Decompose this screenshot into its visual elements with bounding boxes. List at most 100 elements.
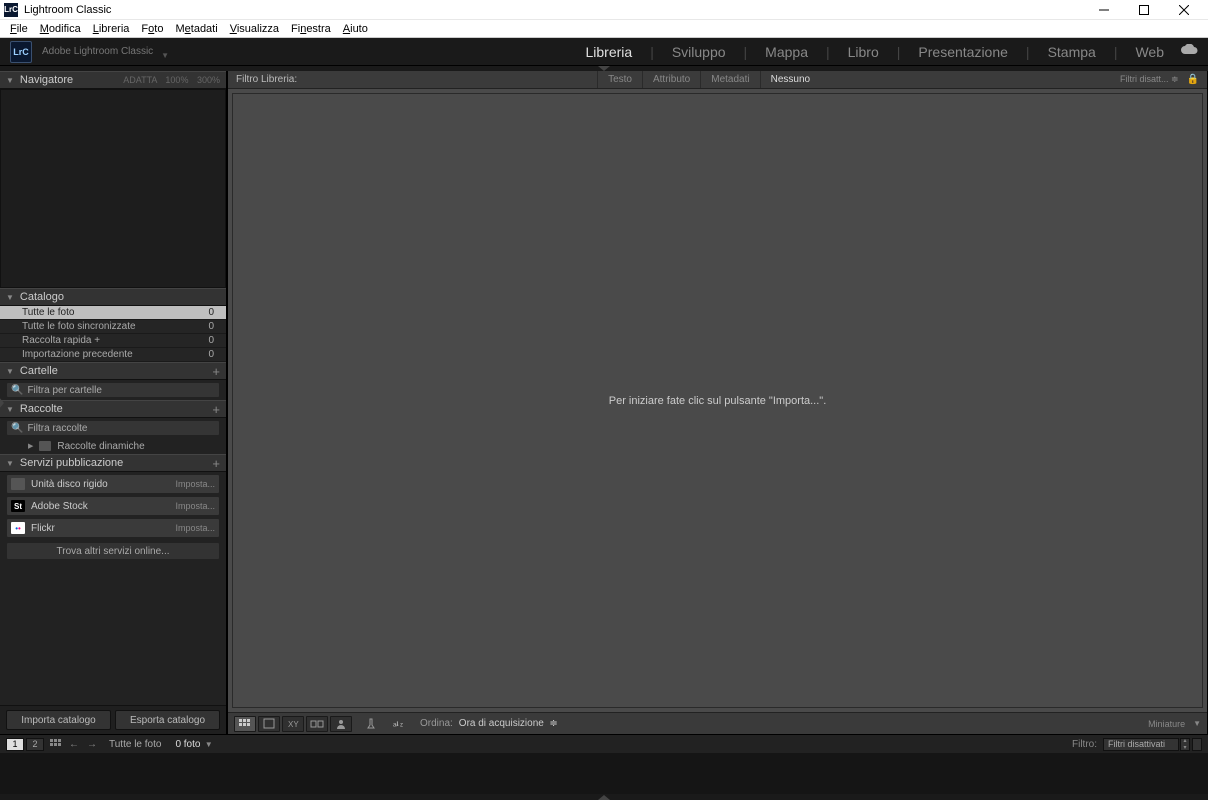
navigator-preview[interactable] <box>0 89 226 288</box>
app-badge-icon: LrC <box>4 3 18 17</box>
menu-metadata[interactable]: Metadati <box>169 23 223 35</box>
publish-setup-link[interactable]: Imposta... <box>175 479 215 489</box>
publish-setup-link[interactable]: Imposta... <box>175 523 215 533</box>
menu-file[interactable]: File <box>4 23 34 35</box>
view-people-button[interactable] <box>330 716 352 732</box>
navigator-zoom-options[interactable]: ADATTA 100% 300% <box>117 75 220 85</box>
view-grid-button[interactable] <box>234 716 256 732</box>
triangle-down-icon: ▼ <box>6 76 14 85</box>
left-panel-grip[interactable] <box>0 397 5 409</box>
svg-text:XY: XY <box>288 720 299 729</box>
catalog-header[interactable]: ▼ Catalogo <box>0 288 226 306</box>
view-loupe-button[interactable] <box>258 716 280 732</box>
filter-off-dropdown[interactable]: Filtri disatt... ≑ <box>1120 74 1183 85</box>
collections-filter-placeholder: Filtra raccolte <box>27 423 87 434</box>
collections-header[interactable]: ▼ Raccolte + <box>0 400 226 418</box>
export-button[interactable]: Esporta catalogo <box>115 710 220 730</box>
grid-icon[interactable] <box>50 739 61 750</box>
sort-value-dropdown[interactable]: Ora di acquisizione ≑ <box>459 718 558 729</box>
module-libreria[interactable]: Libreria <box>583 44 634 60</box>
filmstrip-source-label[interactable]: Tutte le foto <box>109 739 161 750</box>
filmstrip-header: 1 2 ← → Tutte le foto 0 foto ▼ Filtro: F… <box>0 735 1208 753</box>
view-survey-button[interactable] <box>306 716 328 732</box>
filmstrip-count[interactable]: 0 foto ▼ <box>175 739 212 750</box>
sort-direction-button[interactable]: az <box>390 716 410 732</box>
module-picker: Libreria| Sviluppo| Mappa| Libro| Presen… <box>583 44 1166 60</box>
find-services-button[interactable]: Trova altri servizi online... <box>6 542 220 560</box>
filter-tab-metadata[interactable]: Metadati <box>700 71 759 88</box>
toolbar-expand-icon[interactable]: ▼ <box>1193 719 1201 728</box>
triangle-down-icon: ▼ <box>6 367 14 376</box>
close-button[interactable] <box>1164 0 1204 20</box>
window-title: Lightroom Classic <box>24 4 111 16</box>
filmstrip-thumbnails[interactable] <box>0 753 1208 794</box>
search-icon: 🔍 <box>11 423 23 434</box>
module-libro[interactable]: Libro <box>846 44 881 60</box>
module-sviluppo[interactable]: Sviluppo <box>670 44 728 60</box>
module-stampa[interactable]: Stampa <box>1046 44 1098 60</box>
publish-setup-link[interactable]: Imposta... <box>175 501 215 511</box>
filter-tab-text[interactable]: Testo <box>597 71 642 88</box>
library-filter-bar: Filtro Libreria: Testo Attributo Metadat… <box>228 71 1207 89</box>
publish-harddrive-row[interactable]: Unità disco rigidoImposta... <box>6 474 220 494</box>
folders-filter-input[interactable]: 🔍 Filtra per cartelle <box>6 382 220 398</box>
catalog-item-quick[interactable]: Raccolta rapida +0 <box>0 334 226 348</box>
filter-tab-none[interactable]: Nessuno <box>760 71 820 88</box>
catalog-item-all[interactable]: Tutte le foto0 <box>0 306 226 320</box>
maximize-button[interactable] <box>1124 0 1164 20</box>
publish-flickr-row[interactable]: ••FlickrImposta... <box>6 518 220 538</box>
nav-forward-icon[interactable]: → <box>87 739 97 750</box>
lock-icon[interactable]: 🔒 <box>1187 74 1199 85</box>
publish-header[interactable]: ▼ Servizi pubblicazione + <box>0 454 226 472</box>
filmstrip-area: 1 2 ← → Tutte le foto 0 foto ▼ Filtro: F… <box>0 734 1208 794</box>
monitor-1-button[interactable]: 1 <box>6 738 24 751</box>
menu-library[interactable]: Libreria <box>87 23 136 35</box>
minimize-button[interactable] <box>1084 0 1124 20</box>
window-titlebar: LrC Lightroom Classic <box>0 0 1208 20</box>
identity-plate-row: LrC Adobe Lightroom Classic ▼ Libreria| … <box>0 38 1208 66</box>
folders-filter-placeholder: Filtra per cartelle <box>27 385 101 396</box>
module-presentazione[interactable]: Presentazione <box>916 44 1010 60</box>
app-name-label: Adobe Lightroom Classic <box>42 46 153 57</box>
collection-set-icon <box>39 441 51 451</box>
menu-help[interactable]: Aiuto <box>337 23 374 35</box>
view-compare-button[interactable]: XY <box>282 716 304 732</box>
monitor-2-button[interactable]: 2 <box>26 738 44 751</box>
filmstrip-filter-label: Filtro: <box>1072 739 1097 750</box>
module-mappa[interactable]: Mappa <box>763 44 810 60</box>
filter-label: Filtro Libreria: <box>236 74 297 85</box>
module-web[interactable]: Web <box>1133 44 1166 60</box>
painter-tool-button[interactable] <box>362 716 380 732</box>
menu-edit[interactable]: Modifica <box>34 23 87 35</box>
bottom-panel-grip[interactable] <box>0 794 1208 800</box>
collections-filter-input[interactable]: 🔍 Filtra raccolte <box>6 420 220 436</box>
catalog-item-synced[interactable]: Tutte le foto sincronizzate0 <box>0 320 226 334</box>
menu-window[interactable]: Finestra <box>285 23 337 35</box>
grid-toolbar: XY az Ordina: Ora di acquisizione ≑ Mini… <box>228 712 1207 734</box>
folders-add-icon[interactable]: + <box>212 364 220 379</box>
folders-header[interactable]: ▼ Cartelle + <box>0 362 226 380</box>
publish-add-icon[interactable]: + <box>212 456 220 471</box>
cloud-sync-icon[interactable] <box>1180 44 1198 59</box>
publish-stock-row[interactable]: StAdobe StockImposta... <box>6 496 220 516</box>
collections-add-icon[interactable]: + <box>212 402 220 417</box>
image-viewport[interactable]: Per iniziare fate clic sul pulsante "Imp… <box>232 93 1203 708</box>
menu-photo[interactable]: Foto <box>135 23 169 35</box>
filter-stepper[interactable]: ▴▾ <box>1180 738 1190 751</box>
identity-caret-icon[interactable]: ▼ <box>161 51 169 60</box>
filter-tab-attribute[interactable]: Attributo <box>642 71 700 88</box>
svg-text:z: z <box>400 721 403 728</box>
triangle-down-icon: ▼ <box>6 293 14 302</box>
triangle-down-icon: ▼ <box>6 405 14 414</box>
search-icon: 🔍 <box>11 385 23 396</box>
nav-back-icon[interactable]: ← <box>69 739 79 750</box>
smart-collections-row[interactable]: ▶Raccolte dinamiche <box>0 438 226 454</box>
filmstrip-filter-dropdown[interactable]: Filtri disattivati <box>1103 738 1179 751</box>
catalog-item-prev-import[interactable]: Importazione precedente0 <box>0 348 226 362</box>
filter-switch[interactable] <box>1192 738 1202 751</box>
folders-title: Cartelle <box>20 365 212 377</box>
menu-view[interactable]: Visualizza <box>224 23 285 35</box>
catalog-title: Catalogo <box>20 291 220 303</box>
navigator-header[interactable]: ▼ Navigatore ADATTA 100% 300% <box>0 71 226 89</box>
import-button[interactable]: Importa catalogo <box>6 710 111 730</box>
